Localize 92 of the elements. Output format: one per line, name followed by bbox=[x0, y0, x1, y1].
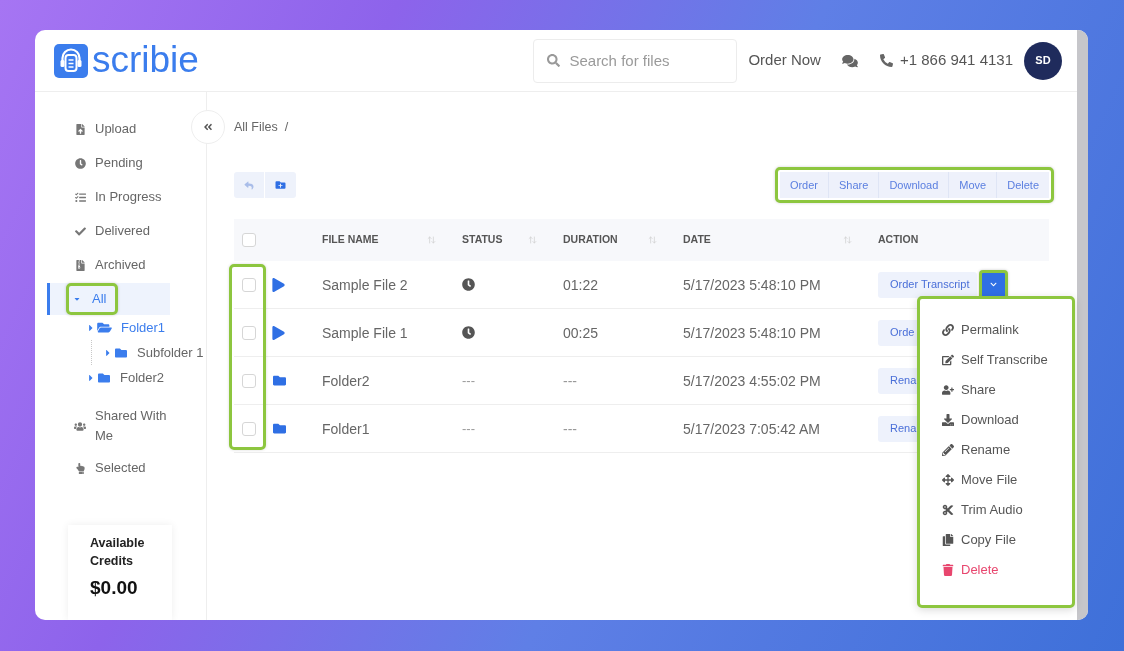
user-avatar[interactable]: SD bbox=[1024, 41, 1062, 80]
folder-plus-icon bbox=[275, 180, 286, 190]
caret-right-icon bbox=[88, 322, 94, 333]
sidebar-item[interactable]: Upload bbox=[47, 113, 170, 145]
phone-icon bbox=[879, 54, 893, 67]
chevron-down-icon bbox=[990, 281, 998, 288]
duration-text: --- bbox=[563, 420, 577, 437]
file-name[interactable]: Sample File 1 bbox=[322, 324, 408, 341]
reply-arrow-icon bbox=[244, 180, 254, 190]
file-name[interactable]: Folder2 bbox=[322, 372, 370, 389]
date-text: 5/17/2023 4:55:02 PM bbox=[683, 372, 821, 389]
download-icon bbox=[942, 413, 954, 426]
clock-icon bbox=[462, 278, 475, 291]
date-text: 5/17/2023 5:48:10 PM bbox=[683, 324, 821, 341]
bulk-action-button[interactable]: Order bbox=[779, 172, 829, 198]
menu-item[interactable]: Delete bbox=[920, 554, 1072, 585]
check-icon bbox=[74, 225, 86, 237]
sidebar-item[interactable]: Pending bbox=[47, 147, 170, 179]
date-text: 5/17/2023 7:05:42 AM bbox=[683, 420, 820, 437]
checklist-icon bbox=[74, 191, 86, 203]
status-text: --- bbox=[462, 371, 475, 390]
nav-label: All bbox=[92, 290, 107, 308]
move-arrows-icon bbox=[942, 473, 954, 486]
sidebar-item[interactable]: Delivered bbox=[47, 215, 170, 247]
play-icon[interactable] bbox=[272, 277, 285, 292]
status-text: --- bbox=[462, 419, 475, 438]
folder-tree-item[interactable]: Folder1 bbox=[88, 315, 166, 340]
credits-label: Available Credits bbox=[90, 535, 146, 570]
column-header[interactable]: DURATION bbox=[563, 232, 618, 248]
link-icon bbox=[942, 323, 954, 336]
file-name[interactable]: Sample File 2 bbox=[322, 276, 408, 293]
search-field[interactable]: Search for files bbox=[533, 38, 738, 83]
menu-item[interactable]: Permalink bbox=[920, 314, 1072, 345]
chat-icon[interactable] bbox=[841, 53, 858, 68]
trash-icon bbox=[942, 563, 954, 576]
play-icon[interactable] bbox=[272, 325, 285, 340]
sort-icon[interactable] bbox=[528, 235, 537, 245]
new-folder-button[interactable] bbox=[265, 172, 296, 198]
users-icon bbox=[74, 420, 86, 432]
sidebar-item[interactable]: In Progress bbox=[47, 181, 170, 213]
sidebar-item[interactable]: All bbox=[47, 283, 170, 315]
folder-tree-item[interactable]: Subfolder 1 bbox=[105, 340, 204, 365]
checkbox[interactable] bbox=[242, 373, 256, 388]
caret-right-icon bbox=[105, 347, 111, 358]
copy-icon bbox=[942, 533, 954, 546]
column-header[interactable]: FILE NAME bbox=[322, 232, 379, 248]
file-upload-icon bbox=[74, 123, 86, 135]
folder-icon bbox=[272, 374, 287, 387]
folder-icon bbox=[272, 422, 287, 435]
caret-right-icon bbox=[88, 372, 94, 383]
sidebar-item[interactable]: Archived bbox=[47, 249, 170, 281]
collapse-sidebar-button[interactable] bbox=[191, 110, 225, 144]
column-header: ACTION bbox=[878, 232, 919, 248]
file-name[interactable]: Folder1 bbox=[322, 420, 370, 437]
sort-icon[interactable] bbox=[427, 235, 436, 245]
archive-file-icon bbox=[74, 259, 86, 271]
menu-item[interactable]: Trim Audio bbox=[920, 494, 1072, 525]
folder-tree-item[interactable]: Folder2 bbox=[88, 365, 165, 390]
search-icon bbox=[547, 53, 561, 67]
date-text: 5/17/2023 5:48:10 PM bbox=[683, 276, 821, 293]
checkbox[interactable] bbox=[242, 325, 256, 340]
checkbox[interactable] bbox=[242, 233, 256, 247]
menu-item[interactable]: Copy File bbox=[920, 524, 1072, 555]
credits-amount: $0.00 bbox=[90, 576, 139, 600]
sort-icon[interactable] bbox=[648, 235, 657, 245]
logo-icon bbox=[54, 43, 88, 78]
sidebar-item[interactable]: Shared With Me bbox=[47, 402, 170, 450]
checkbox[interactable] bbox=[242, 277, 256, 292]
phone-number: +1 866 941 4131 bbox=[899, 50, 1013, 71]
breadcrumb-link[interactable]: All Files bbox=[234, 117, 278, 137]
clock-icon bbox=[462, 326, 475, 339]
scrollbar[interactable] bbox=[1077, 30, 1088, 620]
sidebar-item[interactable]: Selected bbox=[47, 452, 170, 484]
pencil-icon bbox=[942, 443, 954, 456]
user-plus-icon bbox=[942, 383, 954, 396]
breadcrumb-separator: / bbox=[284, 118, 289, 136]
duration-text: 01:22 bbox=[563, 276, 599, 293]
action-button[interactable]: Order Transcript bbox=[878, 271, 978, 298]
checkbox[interactable] bbox=[242, 421, 256, 436]
clock-icon bbox=[74, 157, 86, 169]
hand-pointer-icon bbox=[74, 462, 86, 474]
duration-text: --- bbox=[563, 372, 577, 389]
duration-text: 00:25 bbox=[563, 324, 599, 341]
edit-icon bbox=[942, 353, 954, 366]
sort-icon[interactable] bbox=[843, 235, 852, 245]
double-chevron-left-icon bbox=[203, 122, 213, 132]
logo-text: scribie bbox=[92, 40, 199, 81]
scissors-icon bbox=[942, 503, 954, 516]
column-header[interactable]: STATUS bbox=[462, 232, 503, 248]
column-header[interactable]: DATE bbox=[683, 232, 711, 248]
order-now-link[interactable]: Order Now bbox=[748, 49, 821, 72]
menu-item[interactable]: Move File bbox=[920, 464, 1072, 495]
